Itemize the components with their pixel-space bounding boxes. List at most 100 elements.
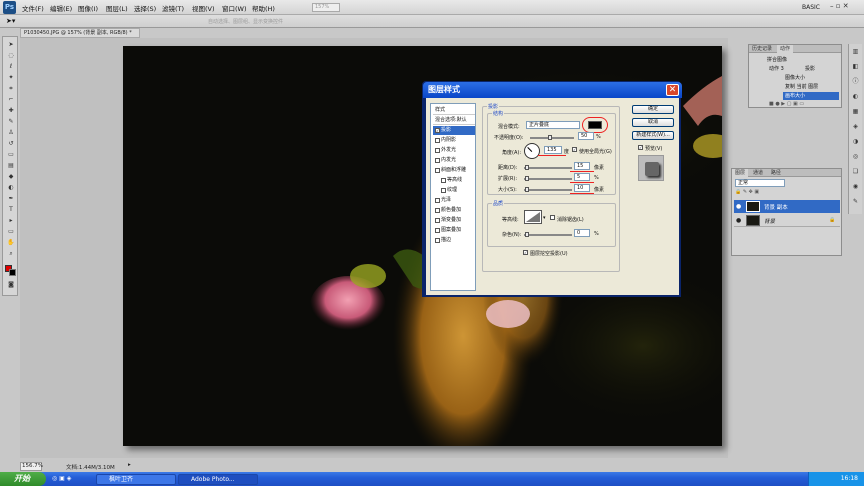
- eraser-tool-icon[interactable]: ▭: [6, 151, 16, 159]
- zoom-tool-icon[interactable]: ⌕: [6, 250, 16, 258]
- quicklaunch-icons[interactable]: ◎ ▣ ◈: [52, 475, 71, 482]
- style-checkbox[interactable]: [435, 158, 440, 163]
- eyedropper-icon[interactable]: ⌐: [6, 96, 16, 104]
- style-list-item[interactable]: 外发光: [433, 146, 475, 155]
- action-item[interactable]: 拼合图像: [767, 56, 787, 63]
- clock[interactable]: 16:18: [841, 475, 858, 482]
- taskbar-item[interactable]: 枫叶卫齐: [96, 474, 176, 485]
- style-list-item[interactable]: 图案叠加: [433, 226, 475, 235]
- tab-history[interactable]: 历史记录: [749, 45, 775, 53]
- layer-row-selected[interactable]: ● 背景 副本: [734, 200, 840, 213]
- style-list-item[interactable]: 样式: [433, 106, 475, 115]
- menu-layer[interactable]: 图层(L): [106, 3, 128, 13]
- style-checkbox[interactable]: [441, 178, 446, 183]
- style-checkbox[interactable]: [435, 148, 440, 153]
- style-checkbox[interactable]: ✓: [435, 128, 440, 133]
- style-checkbox[interactable]: [435, 238, 440, 243]
- paths-icon[interactable]: ✎: [849, 194, 862, 209]
- styles-icon[interactable]: ◈: [849, 119, 862, 134]
- chevron-down-icon[interactable]: ▾: [543, 215, 546, 221]
- menu-file[interactable]: 文件(F): [22, 3, 44, 13]
- layers-icon[interactable]: ❏: [849, 164, 862, 179]
- style-list-item[interactable]: 等高线: [433, 176, 475, 185]
- lasso-tool-icon[interactable]: ℓ: [6, 63, 16, 71]
- background-color-swatch[interactable]: [9, 269, 16, 276]
- quick-mask-icon[interactable]: ◙: [6, 281, 16, 289]
- action-item[interactable]: 投影: [805, 65, 815, 72]
- tab-actions[interactable]: 动作: [776, 45, 793, 53]
- spread-slider[interactable]: [524, 178, 572, 180]
- layer-blend-mode-select[interactable]: 正常: [735, 179, 785, 187]
- blend-mode-select[interactable]: 正片叠底: [526, 121, 580, 129]
- close-icon[interactable]: ✕: [666, 84, 679, 96]
- contour-picker[interactable]: [524, 210, 542, 224]
- actions-panel-buttons[interactable]: ■ ● ▶ ▢ ▣ ▭: [769, 101, 804, 107]
- zoom-select[interactable]: 157%: [312, 3, 340, 12]
- shadow-color-swatch[interactable]: [588, 121, 602, 129]
- ok-button[interactable]: 确定: [632, 105, 674, 114]
- noise-slider[interactable]: [524, 234, 572, 236]
- menu-window[interactable]: 窗口(W): [222, 3, 247, 13]
- tab-paths[interactable]: 路径: [768, 169, 784, 177]
- opacity-slider[interactable]: [530, 137, 574, 139]
- channels-icon[interactable]: ◉: [849, 179, 862, 194]
- move-tool-icon[interactable]: ➤: [6, 41, 16, 49]
- brush-tool-icon[interactable]: ✎: [6, 118, 16, 126]
- action-item[interactable]: 复制 当前 图层: [785, 83, 818, 90]
- pen-tool-icon[interactable]: ✒: [6, 195, 16, 203]
- zoom-level[interactable]: 156.7%: [20, 462, 43, 471]
- style-checkbox[interactable]: [435, 208, 440, 213]
- angle-dial[interactable]: [524, 143, 540, 159]
- menu-image[interactable]: 图像(I): [78, 3, 98, 13]
- distance-slider[interactable]: [524, 167, 572, 169]
- noise-input[interactable]: 0: [574, 229, 590, 237]
- size-slider[interactable]: [524, 189, 572, 191]
- menu-help[interactable]: 帮助(H): [252, 3, 275, 13]
- knockout-checkbox[interactable]: ✓: [523, 250, 528, 255]
- spread-slider-knob[interactable]: [525, 176, 529, 181]
- lock-icons[interactable]: 🔒 ✎ ✥ ▣: [735, 189, 759, 195]
- eye-icon[interactable]: ●: [736, 217, 741, 224]
- marquee-tool-icon[interactable]: ◌: [6, 52, 16, 60]
- menu-edit[interactable]: 编辑(E): [50, 3, 72, 13]
- blur-tool-icon[interactable]: ◆: [6, 173, 16, 181]
- layer-name[interactable]: 背景 副本: [764, 203, 788, 211]
- menu-view[interactable]: 视图(V): [192, 3, 215, 13]
- document-tab[interactable]: P1030450.JPG @ 157% (背景 副本, RGB/8) *: [20, 28, 140, 38]
- style-list-item[interactable]: 纹理: [433, 186, 475, 195]
- style-list-item[interactable]: 内阴影: [433, 136, 475, 145]
- tab-channels[interactable]: 通道: [750, 169, 766, 177]
- style-checkbox[interactable]: [435, 228, 440, 233]
- style-list-item[interactable]: 描边: [433, 236, 475, 245]
- type-tool-icon[interactable]: T: [6, 206, 16, 214]
- opacity-slider-knob[interactable]: [548, 135, 552, 140]
- hand-tool-icon[interactable]: ✋: [6, 239, 16, 247]
- style-list-item[interactable]: 内发光: [433, 156, 475, 165]
- style-checkbox[interactable]: [435, 138, 440, 143]
- style-list-item[interactable]: 光泽: [433, 196, 475, 205]
- style-list-item[interactable]: 颜色叠加: [433, 206, 475, 215]
- start-button[interactable]: 开始: [0, 472, 46, 486]
- style-list-item[interactable]: 混合选项:默认: [433, 116, 475, 125]
- workspace-label[interactable]: BASIC: [802, 4, 820, 11]
- action-set[interactable]: 动作 3: [769, 65, 784, 72]
- navigator-icon[interactable]: ◧: [849, 59, 862, 74]
- menu-select[interactable]: 选择(S): [134, 3, 156, 13]
- magic-wand-icon[interactable]: ✦: [6, 74, 16, 82]
- crop-tool-icon[interactable]: ⌗: [6, 85, 16, 93]
- eye-icon[interactable]: ●: [736, 203, 741, 210]
- histogram-icon[interactable]: ▥: [849, 44, 862, 59]
- opacity-input[interactable]: 50: [578, 132, 594, 140]
- window-controls[interactable]: – ▫ ✕: [830, 2, 849, 10]
- size-input[interactable]: 10: [574, 184, 590, 192]
- noise-slider-knob[interactable]: [525, 232, 529, 237]
- style-checkbox[interactable]: [435, 168, 440, 173]
- dodge-tool-icon[interactable]: ◐: [6, 184, 16, 192]
- shape-tool-icon[interactable]: ▭: [6, 228, 16, 236]
- spread-input[interactable]: 5: [574, 173, 590, 181]
- action-item-selected[interactable]: 画布大小: [783, 92, 839, 100]
- angle-input[interactable]: 135: [544, 146, 562, 154]
- style-list-item[interactable]: ✓ 投影: [433, 126, 475, 135]
- new-style-button[interactable]: 新建样式(W)...: [632, 131, 674, 140]
- cancel-button[interactable]: 取消: [632, 118, 674, 127]
